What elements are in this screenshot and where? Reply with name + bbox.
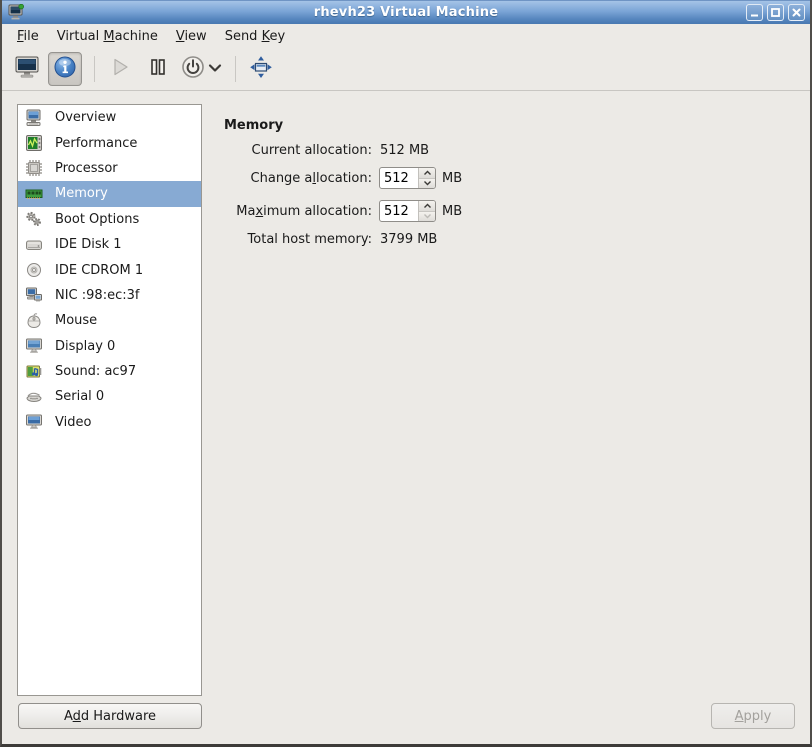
menu-virtual-machine[interactable]: Virtual Machine [48,27,167,46]
sidebar-item-label: IDE Disk 1 [55,237,122,252]
sidebar-item-display-0[interactable]: Display 0 [18,334,201,359]
details-button[interactable] [48,52,82,86]
play-icon [107,54,133,84]
current-allocation-label: Current allocation: [224,143,372,158]
hardware-list: Overview Performance Processor Memory Boot O… [17,104,202,696]
pause-icon [145,54,171,84]
nic-icon [25,286,43,304]
menu-view[interactable]: View [167,27,216,46]
change-allocation-spinbox [379,167,436,189]
shutdown-button[interactable] [179,52,223,86]
sidebar-item-video[interactable]: Video [18,410,201,435]
menubar: FileVirtual MachineViewSend Key [2,25,810,48]
run-button [103,52,137,86]
serial-icon [25,388,43,406]
sidebar-item-ide-disk-1[interactable]: IDE Disk 1 [18,232,201,257]
console-button[interactable] [10,52,44,86]
maximum-allocation-spinner [418,201,435,221]
window-vm-icon [8,4,25,21]
toolbar [2,48,810,91]
gears-icon [25,210,43,228]
maximize-button[interactable] [767,4,784,21]
toolbar-separator [94,56,95,82]
power-icon [180,54,206,84]
spin-up-button[interactable] [419,201,435,212]
maximum-allocation-input[interactable] [380,201,418,221]
video-icon [25,413,43,431]
disk-icon [25,236,43,254]
console-monitor-icon [14,54,40,84]
display-icon [25,337,43,355]
sidebar-item-nic-98-ec-3f[interactable]: NIC :98:ec:3f [18,283,201,308]
menu-send-key[interactable]: Send Key [216,27,294,46]
current-allocation-value: 512 MB [380,143,429,158]
memory-panel: Memory Current allocation: 512 MB Change… [224,118,794,247]
sidebar-item-label: Mouse [55,313,97,328]
panel-heading: Memory [224,118,794,134]
change-allocation-input[interactable] [380,168,418,188]
close-button[interactable] [788,4,805,21]
sidebar-item-mouse[interactable]: Mouse [18,308,201,333]
change-allocation-unit: MB [442,171,462,186]
apply-button[interactable]: Apply [711,703,795,729]
sidebar-item-label: Boot Options [55,212,139,227]
mouse-icon [25,312,43,330]
sidebar-item-label: NIC :98:ec:3f [55,288,139,303]
fullscreen-icon [248,54,274,84]
pause-button[interactable] [141,52,175,86]
sidebar-item-label: Processor [55,161,118,176]
sidebar-item-label: Memory [55,186,108,201]
sound-icon [25,363,43,381]
sidebar-item-processor[interactable]: Processor [18,156,201,181]
info-icon [52,54,78,84]
processor-icon [25,159,43,177]
sidebar-item-performance[interactable]: Performance [18,130,201,155]
spin-down-button[interactable] [419,179,435,189]
change-allocation-spinner [418,168,435,188]
cdrom-icon [25,261,43,279]
window-controls [746,4,805,21]
window-title: rhevh23 Virtual Machine [2,5,810,20]
sidebar-item-boot-options[interactable]: Boot Options [18,207,201,232]
maximum-allocation-spinbox [379,200,436,222]
sidebar-item-label: Serial 0 [55,389,104,404]
toolbar-separator [235,56,236,82]
spin-up-button[interactable] [419,168,435,179]
add-hardware-button[interactable]: Add Hardware [18,703,202,729]
maximum-allocation-label: Maximum allocation: [224,204,372,219]
sidebar-item-ide-cdrom-1[interactable]: IDE CDROM 1 [18,257,201,282]
sidebar-item-memory[interactable]: Memory [18,181,201,206]
sidebar-item-serial-0[interactable]: Serial 0 [18,384,201,409]
performance-icon [25,134,43,152]
total-host-memory-value: 3799 MB [380,232,437,247]
sidebar-item-overview[interactable]: Overview [18,105,201,130]
change-allocation-label: Change allocation: [224,171,372,186]
maximum-allocation-unit: MB [442,204,462,219]
menu-file[interactable]: File [8,27,48,46]
fullscreen-button[interactable] [244,52,278,86]
memory-icon [25,185,43,203]
titlebar[interactable]: rhevh23 Virtual Machine [2,0,810,24]
sidebar-item-label: IDE CDROM 1 [55,263,143,278]
total-host-memory-label: Total host memory: [224,232,372,247]
sidebar-item-label: Video [55,415,91,430]
computer-icon [25,109,43,127]
sidebar-item-label: Overview [55,110,116,125]
sidebar-item-sound-ac97[interactable]: Sound: ac97 [18,359,201,384]
sidebar-item-label: Display 0 [55,339,115,354]
minimize-button[interactable] [746,4,763,21]
sidebar-item-label: Sound: ac97 [55,364,136,379]
chevron-down-icon[interactable] [208,62,222,77]
spin-down-button-disabled[interactable] [419,212,435,222]
sidebar-item-label: Performance [55,136,137,151]
vm-details-window: rhevh23 Virtual Machine FileVirtual Mach… [0,0,812,747]
